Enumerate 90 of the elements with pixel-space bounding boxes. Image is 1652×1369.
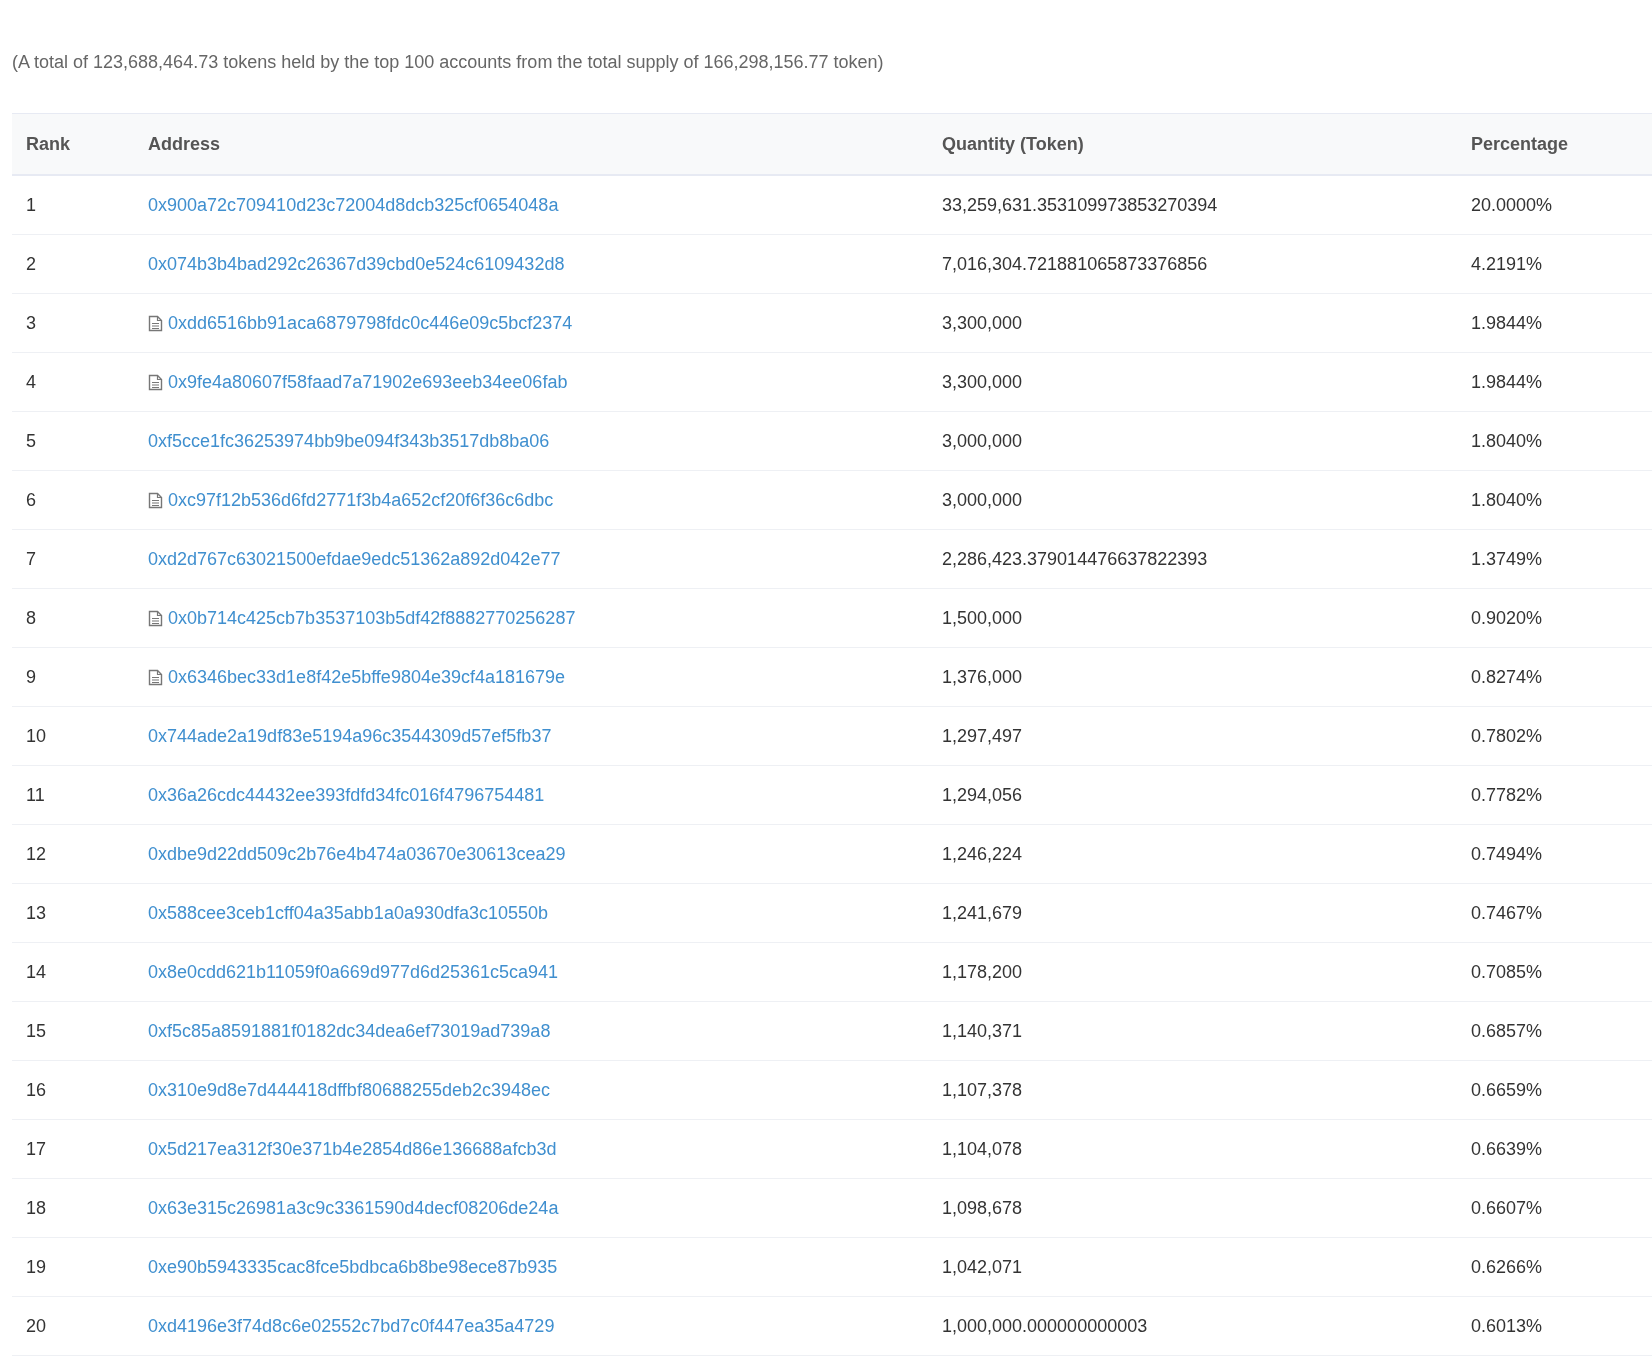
- quantity-text: 1,042,071: [942, 1256, 1023, 1277]
- rank-text: 6: [26, 489, 36, 510]
- quantity-text: 1,178,200: [942, 961, 1023, 982]
- percentage-text: 0.8274%: [1471, 666, 1543, 687]
- quantity-text: 1,000,000.000000000003: [942, 1315, 1148, 1336]
- percentage-text: 0.6607%: [1471, 1197, 1543, 1218]
- percentage-text: 0.6857%: [1471, 1020, 1543, 1041]
- quantity-text: 1,107,378: [942, 1079, 1023, 1100]
- address-link[interactable]: 0x588cee3ceb1cff04a35abb1a0a930dfa3c10550b: [148, 899, 549, 927]
- address-link[interactable]: 0x9fe4a80607f58faad7a71902e693eeb34ee06fab: [168, 368, 568, 396]
- rank-text: 7: [26, 548, 36, 569]
- rank-text: 2: [26, 253, 36, 274]
- quantity-text: 3,300,000: [942, 312, 1023, 333]
- rank-text: 16: [26, 1079, 47, 1100]
- quantity-text: 3,000,000: [942, 430, 1023, 451]
- quantity-text: 1,294,056: [942, 784, 1023, 805]
- quantity-text: 1,376,000: [942, 666, 1023, 687]
- quantity-text: 1,241,679: [942, 902, 1023, 923]
- address-link[interactable]: 0xd2d767c63021500efdae9edc51362a892d042e77: [148, 545, 561, 573]
- quantity-text: 1,297,497: [942, 725, 1023, 746]
- address-link[interactable]: 0xe90b5943335cac8fce5bdbca6b8be98ece87b935: [148, 1253, 558, 1281]
- percentage-text: 1.8040%: [1471, 430, 1543, 451]
- column-header: Address: [148, 133, 221, 154]
- percentage-text: 0.7467%: [1471, 902, 1543, 923]
- document-icon: [148, 609, 163, 627]
- rank-text: 11: [26, 784, 45, 805]
- rank-text: 4: [26, 371, 36, 392]
- address-link[interactable]: 0xf5c85a8591881f0182dc34dea6ef73019ad739a8: [148, 1017, 551, 1045]
- percentage-text: 1.8040%: [1471, 489, 1543, 510]
- rank-text: 18: [26, 1197, 47, 1218]
- rank-text: 9: [26, 666, 36, 687]
- percentage-text: 20.0000%: [1471, 194, 1553, 215]
- address-link[interactable]: 0x36a26cdc44432ee393fdfd34fc016f4796754481: [148, 781, 545, 809]
- address-link[interactable]: 0x0b714c425cb7b3537103b5df42f8882770256287: [168, 604, 576, 632]
- address-link[interactable]: 0x5d217ea312f30e371b4e2854d86e136688afcb3d: [148, 1135, 557, 1163]
- document-icon: [148, 668, 163, 686]
- percentage-text: 1.3749%: [1471, 548, 1543, 569]
- quantity-text: 7,016,304.721881065873376856: [942, 253, 1208, 274]
- percentage-text: 1.9844%: [1471, 371, 1543, 392]
- rank-text: 14: [26, 961, 47, 982]
- column-header: Percentage: [1471, 133, 1569, 154]
- column-header: Quantity (Token): [942, 133, 1084, 154]
- quantity-text: 1,500,000: [942, 607, 1023, 628]
- rank-text: 19: [26, 1256, 47, 1277]
- percentage-text: 0.7494%: [1471, 843, 1543, 864]
- quantity-text: 1,246,224: [942, 843, 1023, 864]
- address-link[interactable]: 0xd4196e3f74d8c6e02552c7bd7c0f447ea35a4729: [148, 1312, 555, 1340]
- column-header: Rank: [26, 133, 70, 154]
- address-link[interactable]: 0xf5cce1fc36253974bb9be094f343b3517db8ba06: [148, 427, 550, 455]
- address-link[interactable]: 0x6346bec33d1e8f42e5bffe9804e39cf4a181679e: [168, 663, 566, 691]
- address-link[interactable]: 0x074b3b4bad292c26367d39cbd0e524c6109432d8: [148, 250, 565, 278]
- percentage-text: 0.6659%: [1471, 1079, 1543, 1100]
- quantity-text: 2,286,423.379014476637822393: [942, 548, 1208, 569]
- percentage-text: 0.7782%: [1471, 784, 1543, 805]
- rank-text: 17: [26, 1138, 47, 1159]
- rank-text: 1: [26, 194, 36, 215]
- address-link[interactable]: 0x744ade2a19df83e5194a96c3544309d57ef5fb37: [148, 722, 552, 750]
- rank-text: 10: [26, 725, 47, 746]
- quantity-text: 3,000,000: [942, 489, 1023, 510]
- percentage-text: 0.7085%: [1471, 961, 1543, 982]
- document-icon: [148, 491, 163, 509]
- percentage-text: 0.7802%: [1471, 725, 1543, 746]
- address-link[interactable]: 0x63e315c26981a3c9c3361590d4decf08206de24a: [148, 1194, 559, 1222]
- quantity-text: 1,098,678: [942, 1197, 1023, 1218]
- percentage-text: 0.6639%: [1471, 1138, 1543, 1159]
- address-link[interactable]: 0x8e0cdd621b11059f0a669d977d6d25361c5ca941: [148, 958, 559, 986]
- percentage-text: 1.9844%: [1471, 312, 1543, 333]
- quantity-text: 1,104,078: [942, 1138, 1023, 1159]
- quantity-text: 1,140,371: [942, 1020, 1023, 1041]
- rank-text: 5: [26, 430, 36, 451]
- address-link[interactable]: 0x900a72c709410d23c72004d8dcb325cf0654048a: [148, 191, 559, 219]
- document-icon: [148, 314, 163, 332]
- address-link[interactable]: 0xdbe9d22dd509c2b76e4b474a03670e30613cea29: [148, 840, 566, 868]
- address-link[interactable]: 0xdd6516bb91aca6879798fdc0c446e09c5bcf2374: [168, 309, 573, 337]
- percentage-text: 0.6013%: [1471, 1315, 1543, 1336]
- summary-text: (A total of 123,688,464.73 tokens held by the top 100 accounts from the total supply of 166,298,156.77 token): [12, 51, 885, 74]
- document-icon: [148, 373, 163, 391]
- quantity-text: 3,300,000: [942, 371, 1023, 392]
- rank-text: 20: [26, 1315, 47, 1336]
- rank-text: 12: [26, 843, 47, 864]
- percentage-text: 0.6266%: [1471, 1256, 1543, 1277]
- percentage-text: 4.2191%: [1471, 253, 1543, 274]
- address-link[interactable]: 0x310e9d8e7d444418dffbf80688255deb2c3948ec: [148, 1076, 551, 1104]
- percentage-text: 0.9020%: [1471, 607, 1543, 628]
- address-link[interactable]: 0xc97f12b536d6fd2771f3b4a652cf20f6f36c6dbc: [168, 486, 554, 514]
- rank-text: 15: [26, 1020, 47, 1041]
- rank-text: 3: [26, 312, 36, 333]
- rank-text: 13: [26, 902, 47, 923]
- rank-text: 8: [26, 607, 36, 628]
- quantity-text: 33,259,631.353109973853270394: [942, 194, 1218, 215]
